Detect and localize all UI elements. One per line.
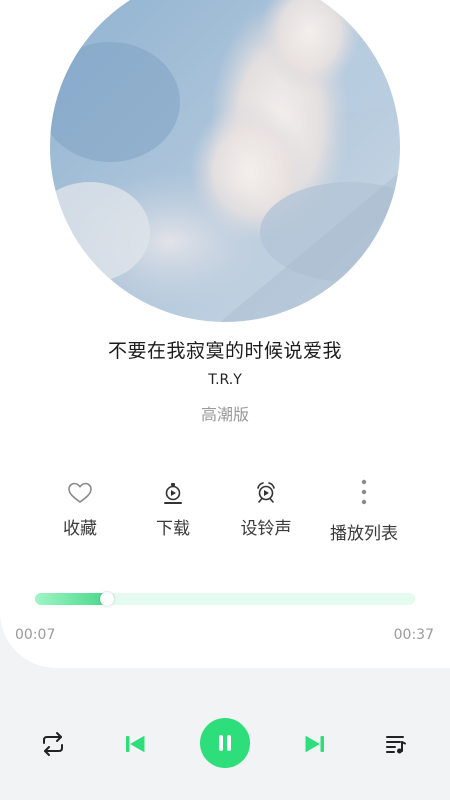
play-pause-button[interactable] bbox=[200, 718, 250, 768]
pause-icon bbox=[219, 735, 231, 751]
album-cover-image bbox=[50, 0, 400, 322]
favorite-label: 收藏 bbox=[63, 519, 97, 539]
music-player-screen: 不要在我寂寞的时候说爱我 T.R.Y 高潮版 收藏 下载 设铃声 播放列表 00… bbox=[0, 0, 450, 800]
progress-fill bbox=[35, 593, 108, 605]
progress-bar[interactable] bbox=[35, 592, 415, 606]
download-label: 下载 bbox=[156, 519, 190, 539]
progress-handle[interactable] bbox=[100, 592, 115, 606]
next-button[interactable] bbox=[300, 729, 330, 759]
previous-button[interactable] bbox=[120, 729, 150, 759]
total-time: 00:37 bbox=[393, 627, 434, 643]
favorite-button[interactable]: 收藏 bbox=[30, 480, 130, 539]
download-icon bbox=[164, 483, 182, 504]
version-label: 高潮版 bbox=[200, 405, 249, 424]
alarm-bell-icon bbox=[257, 482, 275, 503]
skip-previous-icon bbox=[126, 736, 145, 752]
queue-music-icon bbox=[386, 736, 406, 754]
ringtone-label: 设铃声 bbox=[240, 519, 292, 539]
artist-name[interactable]: T.R.Y bbox=[0, 372, 450, 388]
playlist-label: 播放列表 bbox=[330, 524, 398, 544]
now-playing-card: 不要在我寂寞的时候说爱我 T.R.Y 高潮版 收藏 下载 设铃声 播放列表 00… bbox=[0, 0, 450, 668]
playlist-button[interactable]: 播放列表 bbox=[314, 479, 414, 544]
repeat-button[interactable] bbox=[37, 728, 69, 760]
song-title: 不要在我寂寞的时候说爱我 bbox=[107, 340, 342, 362]
repeat-icon bbox=[43, 732, 63, 756]
heart-icon bbox=[68, 482, 92, 503]
queue-button[interactable] bbox=[381, 729, 411, 759]
current-time: 00:07 bbox=[15, 627, 56, 643]
album-cover[interactable] bbox=[50, 0, 400, 322]
skip-next-icon bbox=[305, 736, 324, 752]
more-vertical-icon bbox=[361, 479, 367, 505]
ringtone-button[interactable]: 设铃声 bbox=[216, 480, 316, 539]
download-button[interactable]: 下载 bbox=[123, 480, 223, 539]
